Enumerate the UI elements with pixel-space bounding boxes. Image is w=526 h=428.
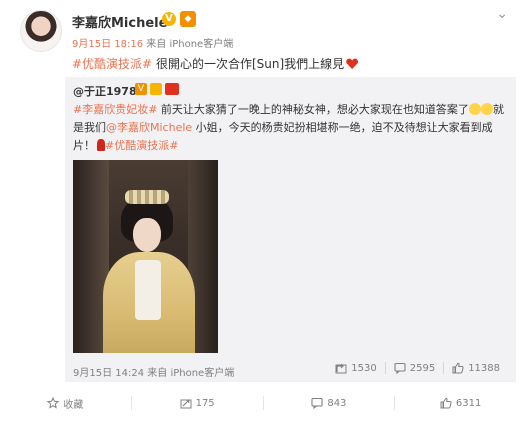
repost-text-part1: 前天让大家猜了一晚上的神秘女神，想必大家现在也知道答案了: [157, 103, 469, 116]
photo-face: [133, 218, 161, 252]
comment-icon: [311, 397, 323, 409]
topic-tag[interactable]: #优酷演技派#: [72, 57, 152, 71]
photo-inner-robe: [135, 260, 161, 320]
flag-icon: [165, 83, 179, 95]
repost-meta: 9月15日 14:24 来自 iPhone客户端: [73, 364, 234, 379]
post-meta: 9月15日 18:16 来自 iPhone客户端: [72, 35, 233, 50]
chevron-down-icon[interactable]: ⌄: [496, 6, 508, 22]
favorite-label: 收藏: [63, 399, 84, 411]
repost-stats: 1530 2595 11388: [327, 362, 508, 374]
mention-link[interactable]: @李嘉欣Michele: [106, 121, 192, 134]
repost-like-count: 11388: [468, 362, 500, 374]
thumbs-up-icon: [440, 397, 452, 409]
photo-headdress: [125, 190, 169, 204]
rose-emoji-icon: [97, 139, 105, 151]
like-count: 6311: [455, 397, 482, 409]
share-icon: [335, 362, 347, 374]
share-icon: [180, 397, 192, 409]
repost-tag-2[interactable]: #优酷演技派#: [105, 139, 178, 152]
repost-tag-1[interactable]: #李嘉欣贵妃妆#: [73, 103, 157, 116]
repost-text: #李嘉欣贵妃妆# 前天让大家猜了一晚上的神秘女神，想必大家现在也知道答案了 就是我…: [73, 101, 511, 155]
repost-author[interactable]: @于正1978: [73, 83, 137, 99]
star-icon: [47, 397, 60, 409]
vip-icon: [150, 83, 162, 95]
comment-button[interactable]: 843: [264, 397, 395, 409]
comment-count: 843: [327, 397, 347, 409]
favorite-button[interactable]: 收藏: [0, 396, 131, 411]
verified-badge: V: [162, 12, 176, 26]
author-name[interactable]: 李嘉欣Michele: [72, 12, 167, 31]
post-time[interactable]: 9月15日 18:16: [72, 39, 143, 50]
thumbs-up-icon: [452, 362, 464, 374]
verified-icon: V: [135, 83, 147, 95]
repost-button[interactable]: 175: [132, 397, 263, 409]
repost-badges: V: [135, 83, 179, 95]
like-button[interactable]: 6311: [395, 397, 526, 409]
action-bar: 收藏 175 843 6311: [0, 390, 526, 416]
heart-icon: [346, 58, 358, 69]
repost-comment-button[interactable]: 2595: [386, 362, 443, 374]
repost-comment-count: 2595: [409, 362, 436, 374]
repost-time[interactable]: 9月15日 14:24: [73, 368, 144, 379]
post-text: #优酷演技派# 很開心的一次合作[Sun]我們上線見: [72, 55, 358, 72]
smile-emoji-icon: [480, 103, 493, 115]
post-source: 来自 iPhone客户端: [146, 39, 234, 50]
post-body: 很開心的一次合作[Sun]我們上線見: [152, 57, 345, 71]
repost-share-count: 1530: [351, 362, 377, 374]
smile-emoji-icon: [468, 103, 481, 115]
repost-source: 来自 iPhone客户端: [147, 368, 235, 379]
repost-share-button[interactable]: 1530: [327, 362, 384, 374]
post-photo[interactable]: [73, 160, 218, 353]
avatar[interactable]: [20, 10, 62, 52]
comment-icon: [394, 362, 406, 374]
repost-count: 175: [195, 397, 215, 409]
repost-card: @于正1978 V #李嘉欣贵妃妆# 前天让大家猜了一晚上的神秘女神，想必大家现…: [65, 77, 516, 382]
vip-icon: ◆: [180, 11, 196, 27]
repost-like-button[interactable]: 11388: [444, 362, 508, 374]
